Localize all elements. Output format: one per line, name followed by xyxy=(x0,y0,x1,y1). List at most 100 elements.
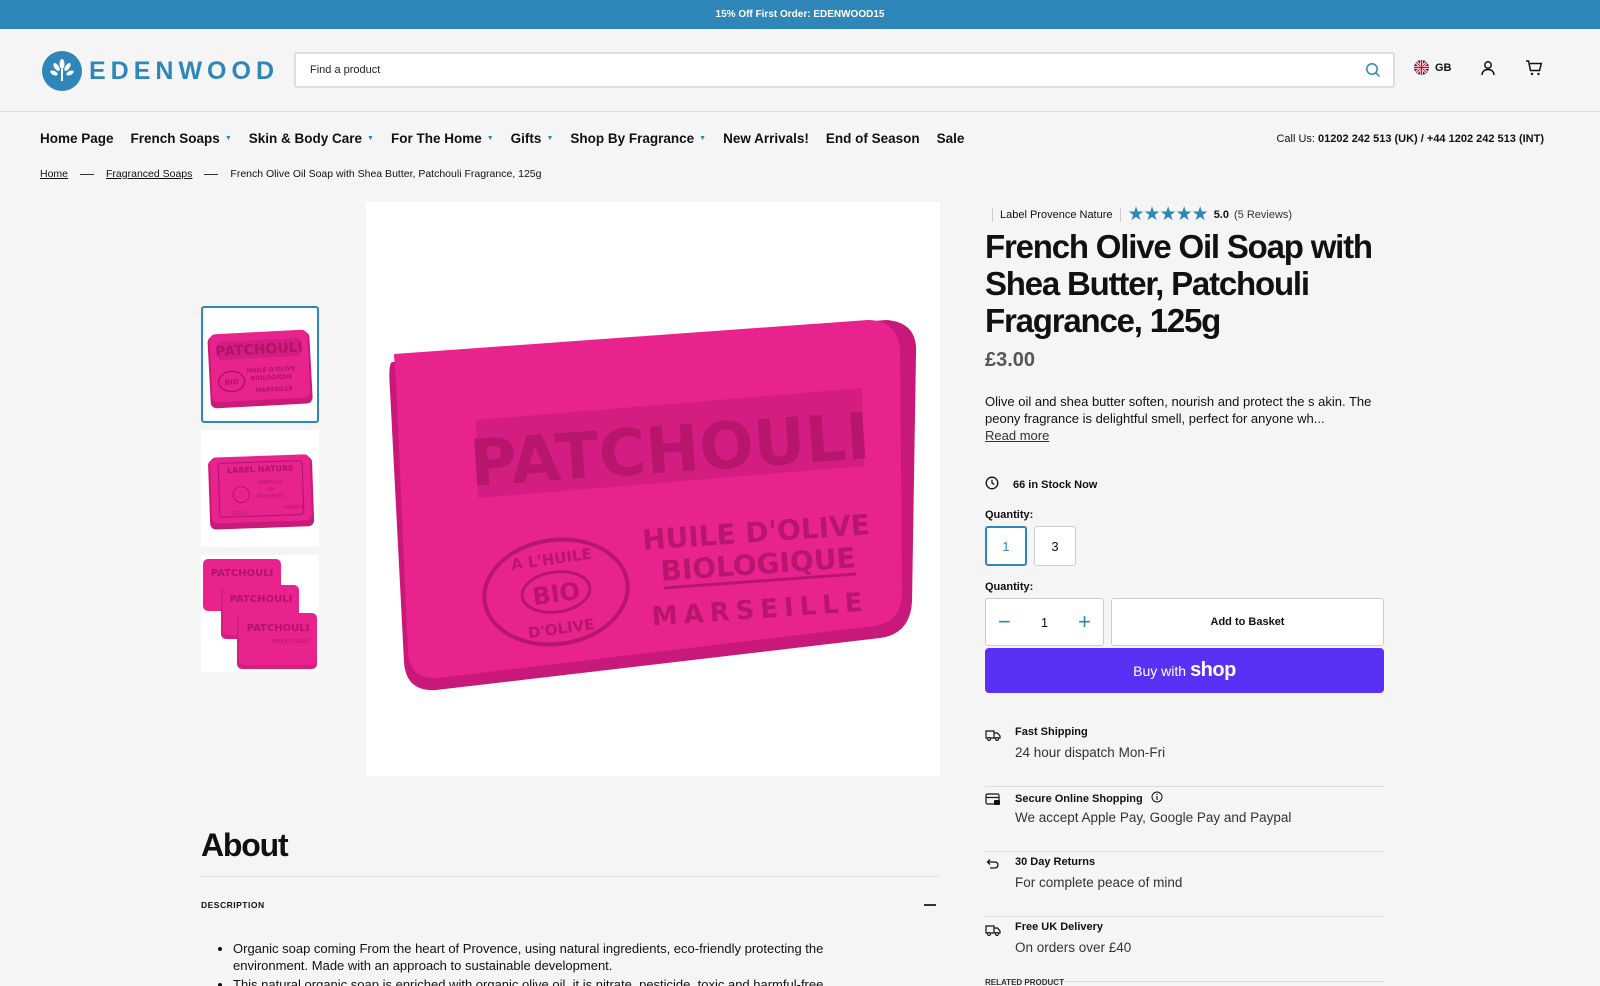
clock-icon xyxy=(985,476,999,493)
feature-free-delivery: Free UK Delivery On orders over £40 xyxy=(985,917,1384,982)
breadcrumb-separator xyxy=(204,173,219,175)
nav-item-new-arrivals[interactable]: New Arrivals! xyxy=(723,131,809,146)
breadcrumb-category[interactable]: Fragranced Soaps xyxy=(106,168,192,180)
quantity-options-label: Quantity: xyxy=(985,509,1034,521)
promo-text: 15% Off First Order: EDENWOOD15 xyxy=(715,9,885,20)
plus-icon[interactable]: + xyxy=(1078,611,1091,633)
feature-subtitle: On orders over £40 xyxy=(1015,940,1132,955)
card-icon xyxy=(985,793,1001,811)
svg-text:HUILE D'OLIVE: HUILE D'OLIVE xyxy=(273,639,309,645)
stock-status: 66 in Stock Now xyxy=(985,476,1097,493)
product-thumbnail-3[interactable]: PATCHOULI PATCHOULI PATCHOULI HUILE D'OLI… xyxy=(201,555,319,672)
svg-text:FRANCE: FRANCE xyxy=(284,504,304,511)
nav-item-for-the-home[interactable]: For The Home ▼ xyxy=(391,131,494,146)
svg-text:PATCHOULI: PATCHOULI xyxy=(211,568,274,579)
main-nav: Home Page French Soaps ▼ Skin & Body Care… xyxy=(40,131,981,146)
feature-secure-shopping: Secure Online Shopping We accept Apple P… xyxy=(985,787,1384,852)
call-numbers[interactable]: 01202 242 513 (UK) / +44 1202 242 513 (I… xyxy=(1318,133,1544,145)
quantity-label: Quantity: xyxy=(985,581,1034,593)
caret-down-icon: ▼ xyxy=(486,135,494,142)
description-list: Organic soap coming From the heart of Pr… xyxy=(221,940,881,986)
info-icon[interactable] xyxy=(1151,791,1163,806)
caret-down-icon: ▼ xyxy=(699,135,707,142)
caret-down-icon: ▼ xyxy=(367,135,374,142)
shop-logo: shop xyxy=(1190,659,1236,681)
review-count[interactable]: (5 Reviews) xyxy=(1234,209,1292,221)
call-us: Call Us: 01202 242 513 (UK) / +44 1202 2… xyxy=(1276,133,1544,145)
quantity-option-3[interactable]: 3 xyxy=(1034,526,1076,566)
vendor-name[interactable]: Label Provence Nature xyxy=(1000,209,1113,221)
feature-title: 30 Day Returns xyxy=(1015,856,1096,868)
product-title: French Olive Oil Soap with Shea Butter, … xyxy=(985,228,1373,339)
breadcrumb-home[interactable]: Home xyxy=(40,168,68,180)
buy-with-shop-button[interactable]: Buy with shop xyxy=(985,648,1384,693)
product-short-description: Olive oil and shea butter soften, nouris… xyxy=(985,394,1372,426)
svg-text:PROVENCE: PROVENCE xyxy=(257,493,285,500)
cart-icon[interactable] xyxy=(1525,60,1543,81)
nav-item-shop-by-fragrance[interactable]: Shop By Fragrance ▼ xyxy=(570,131,706,146)
call-label: Call Us: xyxy=(1276,133,1315,145)
breadcrumb-separator xyxy=(80,173,95,175)
vendor-rating-row: Label Provence Nature ★★★★★ 5.0 (5 Revie… xyxy=(985,203,1292,226)
divider xyxy=(1119,207,1121,222)
account-icon[interactable] xyxy=(1480,60,1496,81)
product-main-image[interactable]: PATCHOULI HUILE D'OLIVE BIOLOGIQUE MARSE… xyxy=(366,202,940,776)
caret-down-icon: ▼ xyxy=(546,135,554,142)
about-title: About xyxy=(201,827,289,863)
nav-item-end-of-season[interactable]: End of Season xyxy=(826,131,920,146)
feature-subtitle: 24 hour dispatch Mon-Fri xyxy=(1015,745,1166,760)
truck-icon xyxy=(985,923,1001,941)
nav-item-home-page[interactable]: Home Page xyxy=(40,131,114,146)
list-item: This natural organic soap is enriched wi… xyxy=(233,976,881,986)
rating-value: 5.0 xyxy=(1213,208,1229,221)
country-code: GB xyxy=(1435,61,1452,74)
quantity-option-1[interactable]: 1 xyxy=(985,526,1027,566)
related-product-heading: RELATED PRODUCT xyxy=(985,978,1064,986)
feature-subtitle: We accept Apple Pay, Google Pay and Payp… xyxy=(1015,810,1292,825)
star-rating-icon[interactable]: ★★★★★ xyxy=(1128,203,1209,226)
svg-text:125 G: 125 G xyxy=(232,510,247,517)
divider xyxy=(201,876,939,877)
feature-title: Secure Online Shopping xyxy=(1015,792,1143,805)
logo-text: EDENWOOD xyxy=(89,56,279,85)
list-item: Organic soap coming From the heart of Pr… xyxy=(233,940,881,974)
promo-banner[interactable]: 15% Off First Order: EDENWOOD15 xyxy=(0,0,1600,29)
svg-text:PATCHOULI: PATCHOULI xyxy=(230,594,293,605)
product-thumbnail-2[interactable]: LABEL NATURE FABRIQUE EN PROVENCE 125 G FRANC… xyxy=(201,430,319,547)
search-input[interactable] xyxy=(296,54,1393,86)
description-accordion-header[interactable]: DESCRIPTION xyxy=(201,900,265,910)
product-thumbnail-1[interactable]: PATCHOULI HUILE D'OLIVE BIOLOGIQUE MARSEILL… xyxy=(201,306,319,423)
feature-fast-shipping: Fast Shipping 24 hour dispatch Mon-Fri xyxy=(985,722,1384,787)
return-icon xyxy=(985,858,999,876)
nav-item-skin-body-care[interactable]: Skin & Body Care ▼ xyxy=(249,131,374,146)
breadcrumb: Home Fragranced Soaps French Olive Oil S… xyxy=(40,168,542,180)
add-to-basket-button[interactable]: Add to Basket xyxy=(1111,598,1384,646)
svg-text:FABRIQUE: FABRIQUE xyxy=(258,479,283,486)
nav-item-gifts[interactable]: Gifts ▼ xyxy=(511,131,554,146)
breadcrumb-current: French Olive Oil Soap with Shea Butter, … xyxy=(230,168,542,180)
search-bar xyxy=(294,52,1395,88)
feature-title: Free UK Delivery xyxy=(1015,921,1104,933)
caret-down-icon: ▼ xyxy=(224,135,232,142)
tree-logo-icon xyxy=(42,51,82,91)
buy-with-text: Buy with xyxy=(1133,662,1187,679)
product-price: £3.00 xyxy=(985,349,1036,371)
svg-text:EN: EN xyxy=(267,486,274,492)
uk-flag-icon xyxy=(1414,60,1429,75)
feature-title: Fast Shipping xyxy=(1015,726,1088,738)
feature-subtitle: For complete peace of mind xyxy=(1015,875,1183,890)
search-icon[interactable] xyxy=(1365,62,1381,83)
quantity-value[interactable]: 1 xyxy=(1041,615,1048,630)
stock-text: 66 in Stock Now xyxy=(1013,478,1098,491)
nav-item-sale[interactable]: Sale xyxy=(937,131,965,146)
svg-text:BIO: BIO xyxy=(225,378,239,387)
logo[interactable]: EDENWOOD xyxy=(42,51,279,91)
quantity-stepper: − 1 + xyxy=(985,598,1104,646)
minus-icon[interactable]: − xyxy=(998,611,1011,633)
svg-text:PATCHOULI: PATCHOULI xyxy=(247,623,310,634)
country-selector[interactable]: GB xyxy=(1414,60,1452,75)
read-more-link[interactable]: Read more xyxy=(985,428,1049,443)
collapse-icon[interactable] xyxy=(924,904,936,906)
nav-item-french-soaps[interactable]: French Soaps ▼ xyxy=(131,131,232,146)
divider xyxy=(992,207,993,222)
